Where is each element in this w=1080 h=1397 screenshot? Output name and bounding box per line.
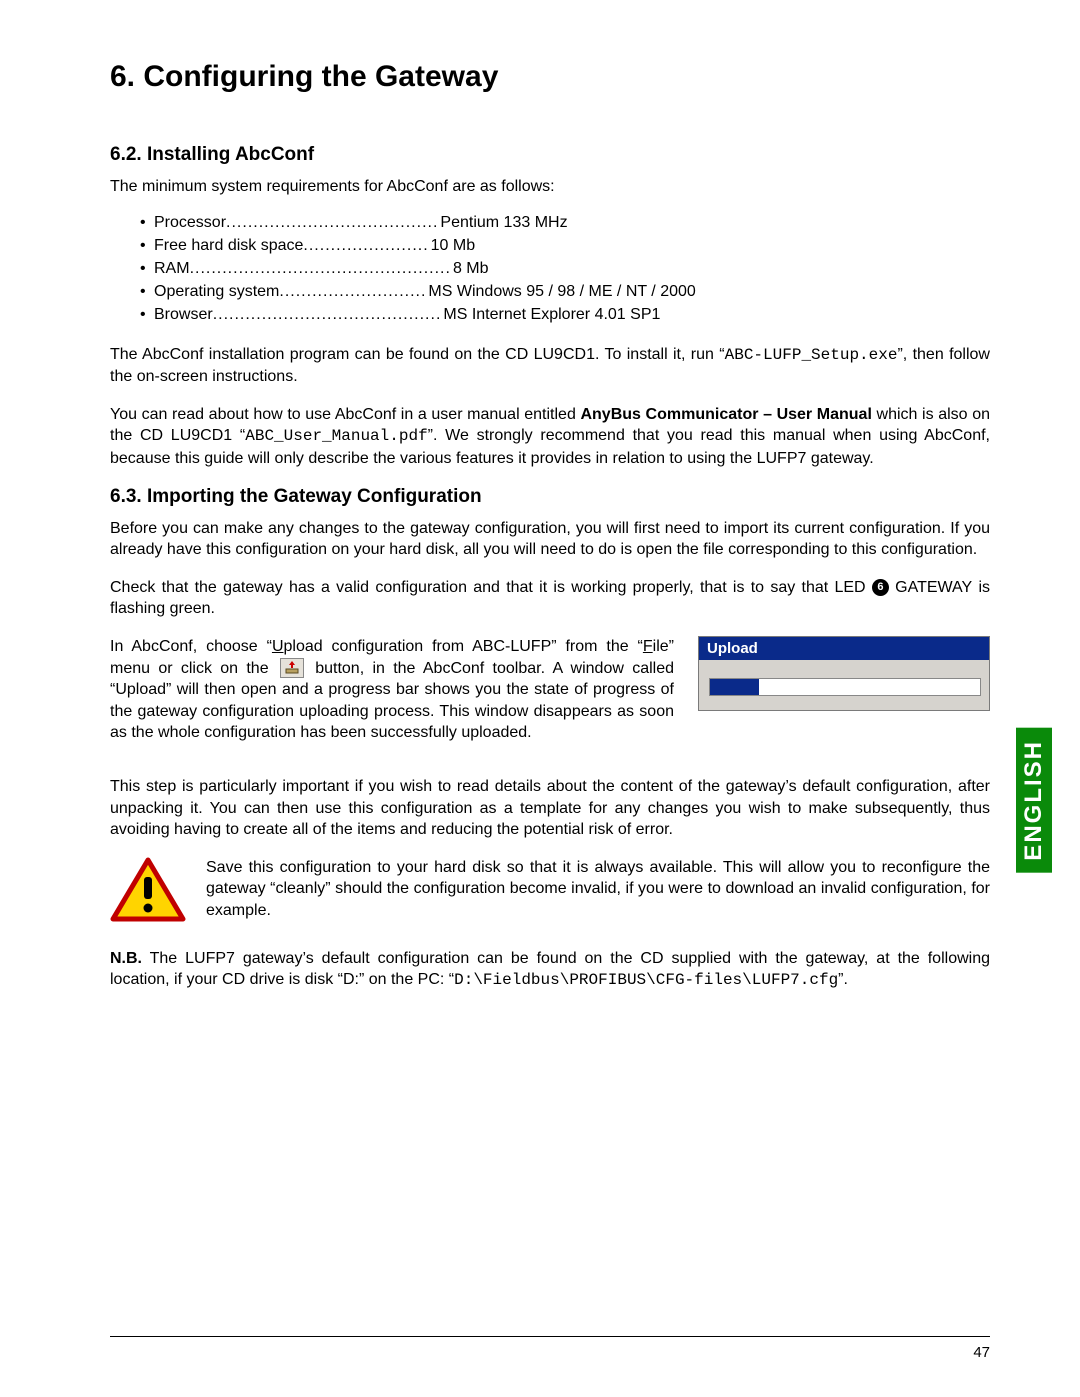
- importance-paragraph: This step is particularly important if y…: [110, 776, 990, 841]
- progress-bar-fill: [710, 679, 759, 695]
- req-value: Pentium 133 MHz: [438, 214, 567, 232]
- footer-rule: [110, 1336, 990, 1337]
- req-label: Operating system: [154, 283, 279, 301]
- upload-dialog: Upload: [698, 636, 990, 711]
- warning-block: Save this configuration to your hard dis…: [110, 857, 990, 928]
- req-label: Browser: [154, 306, 213, 324]
- req-label: Processor: [154, 214, 226, 232]
- req-value: MS Internet Explorer 4.01 SP1: [441, 306, 660, 324]
- warning-triangle-icon: [110, 857, 186, 928]
- req-value: 8 Mb: [451, 260, 489, 278]
- bullet-icon: •: [140, 283, 154, 301]
- led-check-paragraph: Check that the gateway has a valid confi…: [110, 577, 990, 620]
- req-dots: ...........................: [279, 283, 426, 301]
- requirement-row: • Processor ............................…: [140, 214, 990, 232]
- requirement-row: • Browser ..............................…: [140, 306, 990, 324]
- req-dots: ........................................…: [190, 260, 451, 278]
- req-dots: ........................................…: [213, 306, 442, 324]
- upload-dialog-title: Upload: [699, 637, 989, 660]
- req-value: 10 Mb: [429, 237, 475, 255]
- page-number: 47: [973, 1344, 990, 1361]
- code-manual-pdf: ABC_User_Manual.pdf: [245, 427, 427, 445]
- req-label: RAM: [154, 260, 190, 278]
- nb-paragraph: N.B. The LUFP7 gateway’s default configu…: [110, 948, 990, 992]
- req-label: Free hard disk space: [154, 237, 303, 255]
- warning-text: Save this configuration to your hard dis…: [206, 857, 990, 922]
- bullet-icon: •: [140, 237, 154, 255]
- upload-instructions-paragraph: In AbcConf, choose “Upload configuration…: [110, 636, 674, 744]
- requirement-row: • Free hard disk space .................…: [140, 237, 990, 255]
- manual-title-bold: AnyBus Communicator – User Manual: [580, 406, 871, 423]
- underline-u: U: [272, 638, 284, 655]
- bullet-icon: •: [140, 306, 154, 324]
- code-setup-exe: ABC-LUFP_Setup.exe: [725, 346, 898, 364]
- led-6-icon: 6: [872, 579, 889, 596]
- section-6-3-heading: 6.3. Importing the Gateway Configuration: [110, 486, 990, 508]
- gateway-smallcaps: ATEWAY: [908, 579, 973, 596]
- manual-paragraph: You can read about how to use AbcConf in…: [110, 404, 990, 470]
- req-value: MS Windows 95 / 98 / ME / NT / 2000: [426, 283, 695, 301]
- page: 6. Configuring the Gateway 6.2. Installi…: [0, 0, 1080, 1397]
- upload-dialog-body: [699, 660, 989, 710]
- install-paragraph: The AbcConf installation program can be …: [110, 344, 990, 388]
- bullet-icon: •: [140, 260, 154, 278]
- req-dots: .......................................: [226, 214, 438, 232]
- import-intro-paragraph: Before you can make any changes to the g…: [110, 518, 990, 561]
- page-title: 6. Configuring the Gateway: [110, 60, 990, 94]
- progress-bar-track: [709, 678, 981, 696]
- requirements-list: • Processor ............................…: [110, 214, 990, 324]
- language-tab: ENGLISH: [1016, 728, 1052, 873]
- upload-toolbar-icon: [280, 658, 304, 678]
- underline-f: F: [643, 638, 653, 655]
- bullet-icon: •: [140, 214, 154, 232]
- nb-bold: N.B.: [110, 950, 142, 967]
- req-dots: .......................: [303, 237, 428, 255]
- section-6-2-heading: 6.2. Installing AbcConf: [110, 144, 990, 166]
- upload-two-column: In AbcConf, choose “Upload configuration…: [110, 636, 990, 760]
- code-cfg-path: D:\Fieldbus\PROFIBUS\CFG-files\LUFP7.cfg: [454, 971, 838, 989]
- requirements-intro: The minimum system requirements for AbcC…: [110, 176, 990, 198]
- requirement-row: • RAM ..................................…: [140, 260, 990, 278]
- requirement-row: • Operating system .....................…: [140, 283, 990, 301]
